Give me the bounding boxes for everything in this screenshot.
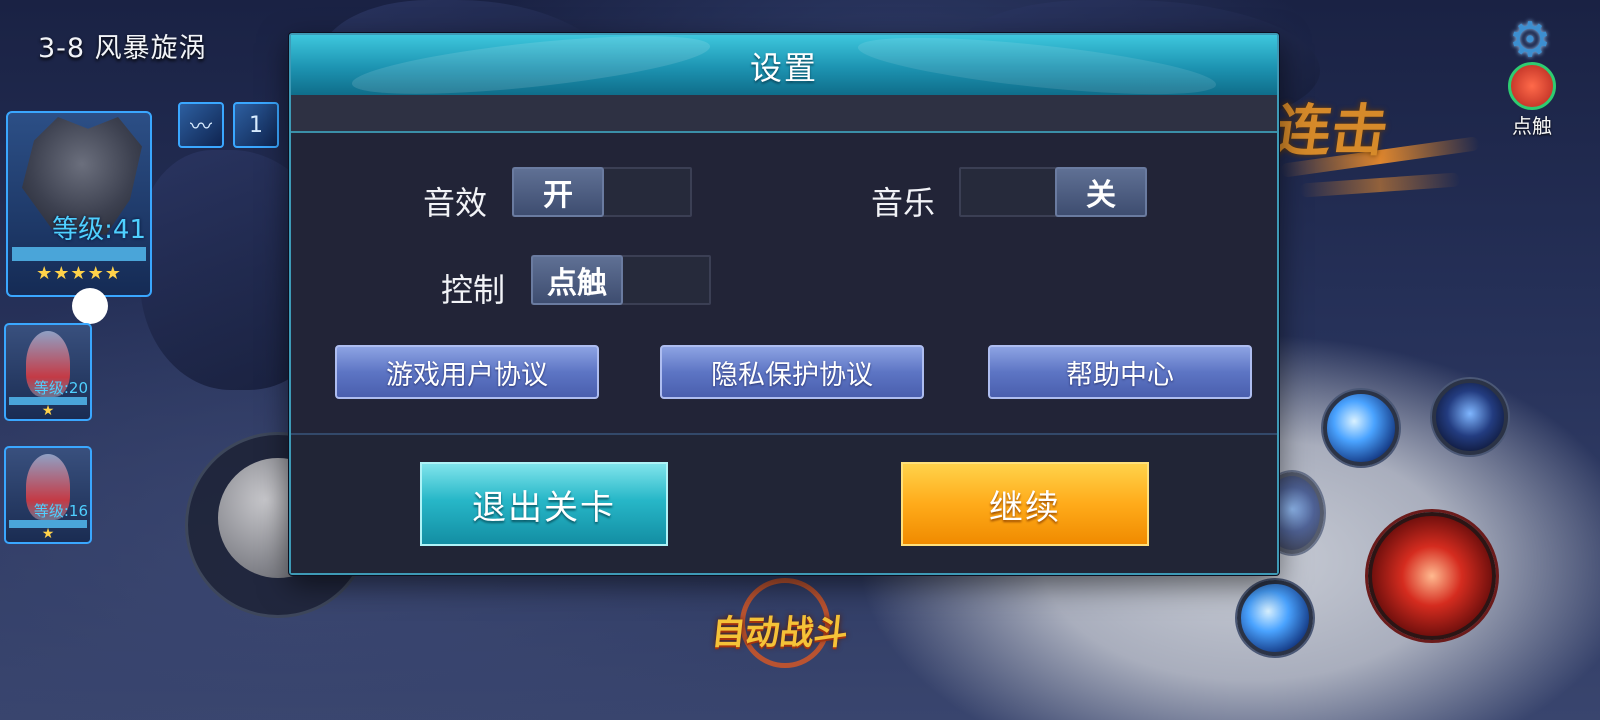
auto-battle-button[interactable]: 自动战斗 xyxy=(709,605,850,654)
control-label: 控制 xyxy=(441,271,506,309)
dialog-title: 设置 xyxy=(749,49,818,87)
continue-button[interactable]: 继续 xyxy=(901,462,1149,546)
hero-1-level: 等级:20 xyxy=(33,379,88,397)
hero-2-stars: ★ xyxy=(41,526,55,542)
privacy-policy-button[interactable]: 隐私保护协议 xyxy=(660,345,924,399)
sound-toggle[interactable]: 开 xyxy=(512,167,692,217)
hero-1-stars: ★ xyxy=(41,403,55,419)
user-agreement-button[interactable]: 游戏用户协议 xyxy=(335,345,599,399)
skill-button-2[interactable] xyxy=(1432,379,1508,455)
main-hero-bar xyxy=(12,247,146,261)
control-toggle[interactable]: 点触 xyxy=(531,255,711,305)
notification-dot xyxy=(72,288,108,324)
stage-title: 3-8 风暴旋涡 xyxy=(38,33,207,64)
skill-button-4[interactable] xyxy=(1237,580,1313,656)
attack-button[interactable] xyxy=(1368,512,1496,640)
hero-portrait-2[interactable]: 等级:16 ★ xyxy=(4,446,92,544)
buff-icon: 1 xyxy=(233,102,279,148)
main-hero-portrait[interactable]: 等级:41 ★★★★★ xyxy=(6,111,152,297)
sound-toggle-knob: 开 xyxy=(512,167,604,217)
control-toggle-knob: 点触 xyxy=(531,255,623,305)
exit-level-button[interactable]: 退出关卡 xyxy=(420,462,668,546)
touch-label: 点触 xyxy=(1512,114,1552,138)
combo-streak xyxy=(1299,172,1461,198)
dialog-header: 设置 xyxy=(291,35,1277,95)
buff-icon: 〰 xyxy=(178,102,224,148)
touch-icon xyxy=(1508,62,1556,110)
dialog-subbar xyxy=(291,95,1277,133)
hero-portrait-1[interactable]: 等级:20 ★ xyxy=(4,323,92,421)
settings-dialog: 设置 音效 开 音乐 关 控制 点触 游戏用户协议 隐私保护协议 帮助中心 退出… xyxy=(289,33,1279,575)
help-center-button[interactable]: 帮助中心 xyxy=(988,345,1252,399)
buff-count: 1 xyxy=(249,112,263,138)
skill-button-1[interactable] xyxy=(1323,390,1399,466)
touch-mode-button[interactable]: 点触 xyxy=(1496,62,1568,142)
main-hero-stars: ★★★★★ xyxy=(36,263,122,284)
music-toggle-knob: 关 xyxy=(1055,167,1147,217)
music-label: 音乐 xyxy=(871,184,936,222)
music-toggle[interactable]: 关 xyxy=(959,167,1147,217)
sound-label: 音效 xyxy=(423,184,488,222)
combo-text: 连击 xyxy=(1270,99,1392,164)
hero-2-level: 等级:16 xyxy=(33,502,88,520)
main-hero-level: 等级:41 xyxy=(52,215,146,245)
gear-icon[interactable]: ⚙ xyxy=(1504,14,1556,66)
